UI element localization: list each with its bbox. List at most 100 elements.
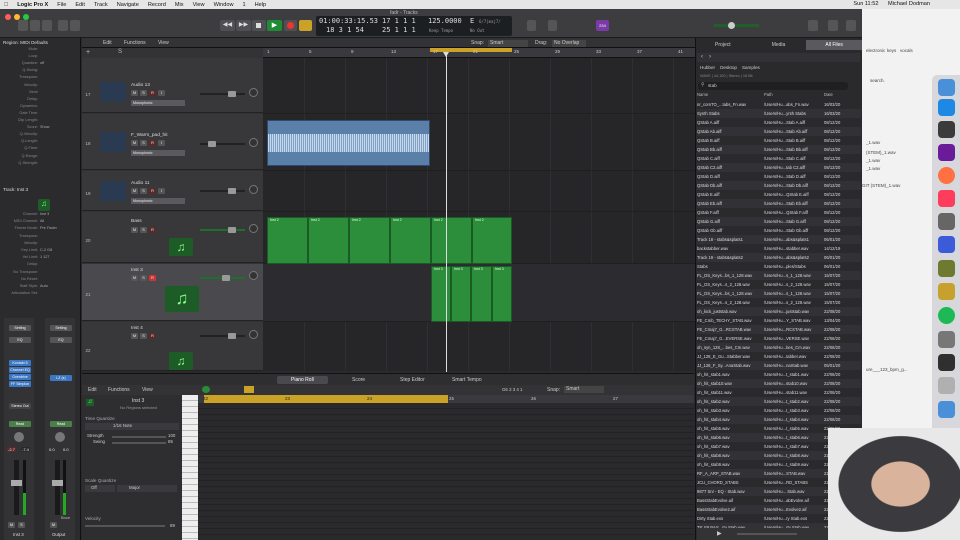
inspector-row[interactable]: Q-Range: xyxy=(2,154,80,158)
plugin-slot-2[interactable]: Channel EQ xyxy=(9,367,31,373)
file-row[interactable]: FE_Cmaj7_G...RCSTAB.wav/Users/Hu...RCSTA… xyxy=(697,325,861,334)
clock[interactable]: Sun 11:52 xyxy=(853,1,878,7)
browser-button[interactable] xyxy=(846,20,856,31)
track-plugin[interactable]: Monophonic xyxy=(131,150,185,156)
inspector-row[interactable]: Quantize: off xyxy=(2,61,80,65)
audio-region[interactable] xyxy=(267,120,430,166)
menu-app[interactable]: Logic Pro X xyxy=(17,2,48,8)
menu-mix[interactable]: Mix xyxy=(175,2,184,8)
record-button[interactable] xyxy=(284,20,297,31)
metronome-button[interactable] xyxy=(548,20,557,31)
track-volume-fader[interactable] xyxy=(200,188,245,194)
track-row-selected[interactable]: 21 Inst 3 MSR ♫ xyxy=(82,264,263,321)
inspector-row[interactable]: Transpose: xyxy=(2,75,80,79)
playhead-handle[interactable] xyxy=(443,52,449,57)
inspector-row[interactable]: Velocity: xyxy=(2,83,80,87)
midi-region[interactable]: Inst 2 xyxy=(308,217,349,264)
inspector-row-value[interactable]: Pre Fader xyxy=(40,226,57,230)
track-row[interactable]: 18 F_Warm_pad_hit MSRI Monophonic xyxy=(82,114,263,170)
file-row[interactable]: QStab G.aiff/Users/Hu...Stab G.aiff 08/12… xyxy=(697,217,861,226)
midi-in-icon[interactable] xyxy=(202,386,210,393)
link-icon[interactable] xyxy=(244,386,254,393)
user-name[interactable]: Michael Dodman xyxy=(888,1,930,7)
track-row[interactable]: 20 Bass MSR ♫ xyxy=(82,212,263,263)
mute-button[interactable]: M xyxy=(131,227,138,233)
help-button[interactable] xyxy=(42,20,52,31)
inspector-row-value[interactable]: off xyxy=(40,61,44,65)
app-icon[interactable] xyxy=(938,401,955,418)
tab-media[interactable]: Media xyxy=(751,40,807,50)
col-path[interactable]: Path xyxy=(764,92,824,100)
app-icon[interactable] xyxy=(938,236,955,253)
track-name[interactable]: Inst 4 xyxy=(131,326,143,331)
midi-region[interactable]: Inst 3 xyxy=(492,266,512,322)
inspector-row[interactable]: Q-Velocity: xyxy=(2,132,80,136)
arrange-area[interactable]: Inst 2 Inst 2 Inst 2 Inst 2 Inst 2 Inst … xyxy=(263,58,695,371)
app-icon[interactable] xyxy=(938,213,955,230)
inspector-row[interactable]: More xyxy=(2,90,80,94)
app-icon[interactable] xyxy=(938,144,955,161)
inspector-row[interactable]: Freeze Mode: Pre Fader xyxy=(2,226,80,230)
track-pan-knob[interactable] xyxy=(249,330,258,339)
track-pan-knob[interactable] xyxy=(249,185,258,194)
file-row[interactable]: QStab E.aiff/Users/Hu...QStab E.aiff 08/1… xyxy=(697,190,861,199)
file-row[interactable]: JJ_128_F_Sy...AnaStab.wav/Users/Hu...naS… xyxy=(697,361,861,370)
midi-region[interactable]: Inst 2 xyxy=(349,217,390,264)
bounce-button[interactable]: Bnce xyxy=(61,515,70,520)
midi-region[interactable]: Inst 3 xyxy=(431,266,451,322)
file-row[interactable]: QStab Ab.aiff/Users/Hu...Stab Ab.aiff 08/… xyxy=(697,127,861,136)
inspector-row[interactable]: Q-Length: xyxy=(2,139,80,143)
file-row[interactable]: FL_DS_Keys...bs_1_128.wav/Users/Hu...s_1… xyxy=(697,271,861,280)
drag-select[interactable]: No Overlap xyxy=(552,40,586,47)
inspector-row-value[interactable]: 1 127 xyxy=(40,255,50,259)
app-icon[interactable] xyxy=(938,283,955,300)
master-volume-slider[interactable] xyxy=(714,22,759,29)
breadcrumb-item[interactable]: Samples xyxy=(742,65,760,70)
region-header[interactable]: Region: MIDI Defaults xyxy=(3,40,48,45)
inspector-row[interactable]: Q-Swing: xyxy=(2,68,80,72)
tab-smart-tempo[interactable]: Smart Tempo xyxy=(452,377,482,383)
solo-button[interactable]: S xyxy=(140,140,147,146)
track-volume-fader[interactable] xyxy=(200,91,245,97)
file-row[interactable]: oh_hit_stab3.wav/Users/Hu...t_stab3.wav 2… xyxy=(697,406,861,415)
track-pan-knob[interactable] xyxy=(249,138,258,147)
lcd-display[interactable]: 01:00:33:15.53 18 3 1 54 17 1 1 1 25 1 1… xyxy=(316,16,512,36)
file-row[interactable]: oh_hit_stab10.wav/Users/Hu...stab10.wav 2… xyxy=(697,379,861,388)
link-button[interactable]: LZ (s) xyxy=(50,375,72,381)
stop-button[interactable] xyxy=(252,20,266,31)
plugin-slot-1[interactable]: Kontakt 5 xyxy=(9,360,31,366)
play-preview-icon[interactable]: ▶ xyxy=(717,530,722,537)
record-enable-button[interactable]: R xyxy=(149,227,156,233)
eq-button-right[interactable]: EQ xyxy=(50,337,72,343)
track-pan-knob[interactable] xyxy=(249,224,258,233)
add-track-icon[interactable]: + xyxy=(86,49,90,56)
swing-slider[interactable] xyxy=(112,442,166,444)
inspector-row[interactable]: Mute: xyxy=(2,47,80,51)
track-row[interactable]: 19 Audio 11 MSRI Monophonic xyxy=(82,171,263,211)
velocity-slider[interactable] xyxy=(85,525,165,527)
record-enable-button[interactable]: R xyxy=(149,275,156,281)
mute-button[interactable]: M xyxy=(131,333,138,339)
file-row[interactable]: QStab F.aiff/Users/Hu...QStab F.aiff 08/1… xyxy=(697,208,861,217)
midi-region[interactable]: Inst 3 xyxy=(451,266,471,322)
menu-track[interactable]: Track xyxy=(94,2,108,8)
automation-read-right[interactable]: Read xyxy=(50,421,72,427)
midi-region[interactable]: Inst 2 xyxy=(472,217,512,264)
solo-button[interactable]: S xyxy=(140,90,147,96)
timeline-ruler[interactable]: 1 5 9 13 17 21 25 29 33 37 41 xyxy=(263,48,695,58)
menu-window[interactable]: Window xyxy=(214,2,234,8)
piano-keyboard[interactable] xyxy=(182,395,198,540)
editor-functions-menu[interactable]: Functions xyxy=(108,387,130,393)
solo-button-left[interactable]: S xyxy=(18,522,25,528)
search-input[interactable]: stab xyxy=(698,82,848,90)
file-row[interactable]: FL_DS_Keys...s_2_128.wav/Users/Hu...s_2_… xyxy=(697,280,861,289)
track-icon[interactable]: ♫ xyxy=(38,199,50,211)
preview-volume-slider[interactable] xyxy=(737,533,797,535)
mute-button-left[interactable]: M xyxy=(8,522,15,528)
inspector-row[interactable]: Key Limit: C-2 G8 xyxy=(2,248,80,252)
inspector-row[interactable]: Clip Length: xyxy=(2,118,80,122)
input-monitor-button[interactable]: I xyxy=(158,90,165,96)
arrange-edit-menu[interactable]: Edit xyxy=(103,40,112,46)
file-row[interactable]: oh_syn_128_...bes_Cm.wav/Users/Hu...bes_… xyxy=(697,343,861,352)
file-row[interactable]: Track 19 - stabs&splats2/Users/Hu...abs&… xyxy=(697,253,861,262)
